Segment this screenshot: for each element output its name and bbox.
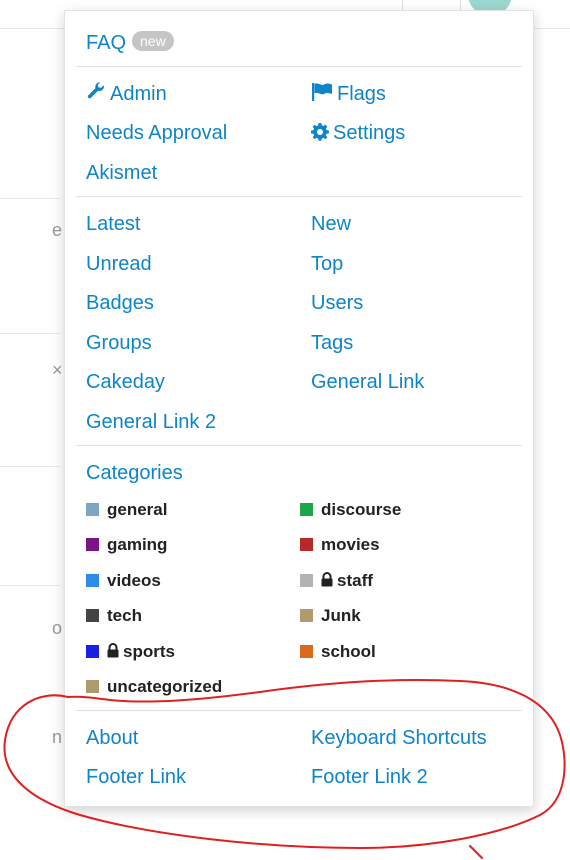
hamburger-menu-panel: FAQ new Admin Flags Needs Approval Settin… bbox=[64, 10, 534, 807]
new-badge: new bbox=[132, 31, 174, 51]
category-color-swatch bbox=[86, 538, 99, 551]
footer-link-2[interactable]: Footer Link 2 bbox=[311, 765, 428, 789]
category-junk[interactable]: Junk bbox=[300, 606, 361, 626]
category-movies[interactable]: movies bbox=[300, 535, 380, 555]
page-divider bbox=[0, 198, 60, 199]
menu-divider bbox=[76, 445, 522, 446]
category-color-swatch bbox=[86, 645, 99, 658]
category-name: general bbox=[107, 500, 168, 519]
page-divider bbox=[0, 466, 60, 467]
wrench-icon bbox=[86, 82, 106, 108]
category-name: videos bbox=[107, 571, 161, 590]
category-name: tech bbox=[107, 606, 142, 625]
admin-link[interactable]: Admin bbox=[86, 82, 167, 108]
menu-divider bbox=[76, 66, 522, 67]
category-uncategorized[interactable]: uncategorized bbox=[86, 677, 222, 697]
settings-link[interactable]: Settings bbox=[311, 121, 405, 147]
page-text-fragment: o bbox=[52, 618, 63, 638]
category-color-swatch bbox=[86, 609, 99, 622]
badges-link[interactable]: Badges bbox=[86, 291, 154, 315]
category-school[interactable]: school bbox=[300, 642, 376, 662]
general-link[interactable]: General Link bbox=[311, 370, 424, 394]
general-link-2[interactable]: General Link 2 bbox=[86, 410, 216, 434]
keyboard-shortcuts-link[interactable]: Keyboard Shortcuts bbox=[311, 726, 487, 750]
latest-link[interactable]: Latest bbox=[86, 212, 140, 236]
category-color-swatch bbox=[86, 503, 99, 516]
category-color-swatch bbox=[300, 538, 313, 551]
category-name: discourse bbox=[321, 500, 402, 519]
menu-divider bbox=[76, 710, 522, 711]
category-discourse[interactable]: discourse bbox=[300, 500, 401, 520]
category-sports[interactable]: sports bbox=[86, 642, 175, 663]
page-close-icon: × bbox=[52, 360, 63, 380]
page-divider bbox=[0, 333, 60, 334]
tags-link[interactable]: Tags bbox=[311, 331, 353, 355]
flag-icon bbox=[311, 82, 333, 108]
settings-label: Settings bbox=[333, 122, 406, 144]
faq-link[interactable]: FAQ new bbox=[86, 31, 174, 55]
category-videos[interactable]: videos bbox=[86, 571, 161, 591]
category-general[interactable]: general bbox=[86, 500, 167, 520]
category-color-swatch bbox=[86, 680, 99, 693]
categories-heading-link[interactable]: Categories bbox=[86, 461, 183, 485]
category-color-swatch bbox=[300, 645, 313, 658]
top-link[interactable]: Top bbox=[311, 252, 343, 276]
category-staff[interactable]: staff bbox=[300, 571, 373, 592]
category-name: movies bbox=[321, 535, 380, 554]
category-name: staff bbox=[337, 571, 373, 590]
about-link[interactable]: About bbox=[86, 726, 138, 750]
unread-link[interactable]: Unread bbox=[86, 252, 152, 276]
category-color-swatch bbox=[300, 574, 313, 587]
footer-link[interactable]: Footer Link bbox=[86, 765, 186, 789]
gear-icon bbox=[311, 123, 329, 147]
flags-label: Flags bbox=[337, 83, 386, 105]
admin-label: Admin bbox=[110, 83, 167, 105]
category-color-swatch bbox=[86, 574, 99, 587]
category-name: school bbox=[321, 642, 376, 661]
page-divider bbox=[0, 585, 60, 586]
category-name: gaming bbox=[107, 535, 168, 554]
lock-icon bbox=[107, 643, 119, 663]
needs-approval-link[interactable]: Needs Approval bbox=[86, 121, 227, 145]
akismet-link[interactable]: Akismet bbox=[86, 161, 157, 185]
page-text-fragment: n bbox=[52, 727, 63, 747]
category-name: uncategorized bbox=[107, 677, 223, 696]
users-link[interactable]: Users bbox=[311, 291, 363, 315]
category-gaming[interactable]: gaming bbox=[86, 535, 167, 555]
category-color-swatch bbox=[300, 609, 313, 622]
category-name: Junk bbox=[321, 606, 361, 625]
new-link[interactable]: New bbox=[311, 212, 351, 236]
faq-label: FAQ bbox=[86, 32, 127, 54]
lock-icon bbox=[321, 572, 333, 592]
category-color-swatch bbox=[300, 503, 313, 516]
cakeday-link[interactable]: Cakeday bbox=[86, 370, 165, 394]
groups-link[interactable]: Groups bbox=[86, 331, 152, 355]
menu-divider bbox=[76, 196, 522, 197]
page-text-fragment: e bbox=[52, 220, 63, 240]
flags-link[interactable]: Flags bbox=[311, 82, 386, 108]
category-tech[interactable]: tech bbox=[86, 606, 142, 626]
category-name: sports bbox=[123, 642, 175, 661]
